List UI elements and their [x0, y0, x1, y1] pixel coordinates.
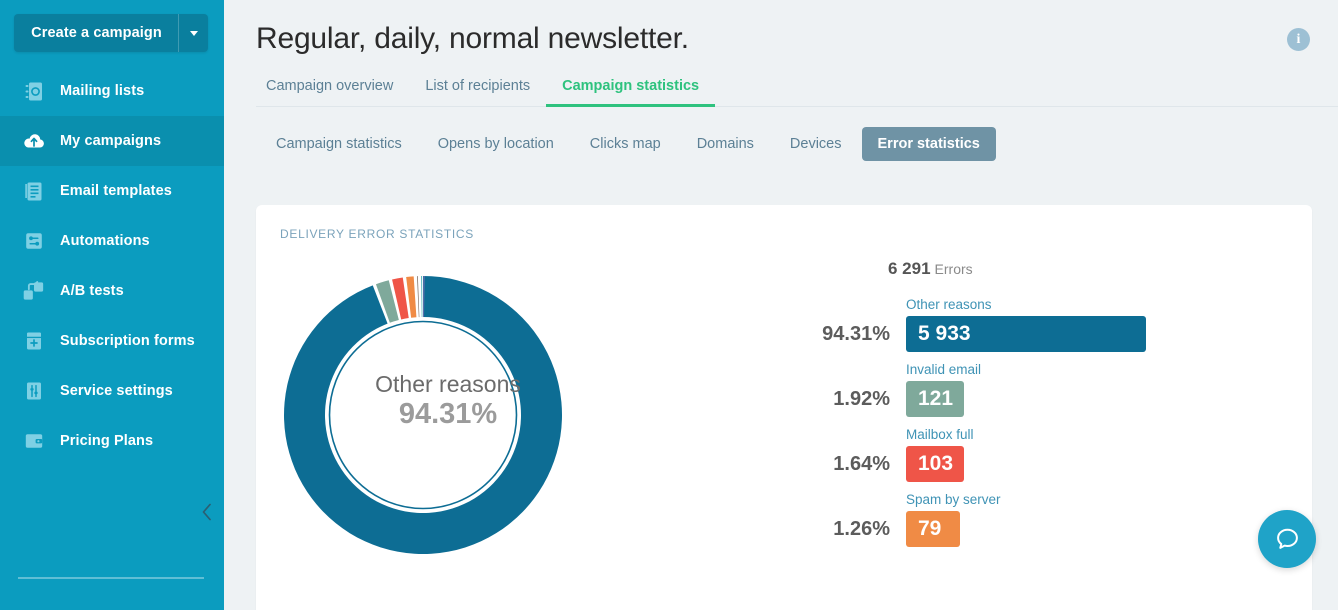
chart-area: Other reasons 94.31% 6 291 Errors 94.31% O…	[256, 241, 1312, 602]
error-bar-row: 1.26% Spam by server 79	[816, 492, 1312, 547]
error-bar-label[interactable]: Invalid email	[906, 362, 1312, 377]
primary-tab-bar: Campaign overview List of recipients Cam…	[256, 78, 1338, 107]
error-bar-column: Other reasons 5 933	[906, 297, 1312, 352]
sidebar-item-label: Service settings	[60, 383, 173, 399]
error-bar-label[interactable]: Spam by server	[906, 492, 1312, 507]
subtab-domains[interactable]: Domains	[681, 127, 770, 161]
sidebar-item-label: A/B tests	[60, 283, 124, 299]
info-icon[interactable]: i	[1287, 28, 1310, 51]
error-bar-value[interactable]: 121	[906, 381, 964, 417]
donut-inner-ring	[328, 320, 518, 510]
sidebar-item-label: Pricing Plans	[60, 433, 154, 449]
card-title: DELIVERY ERROR STATISTICS	[280, 227, 474, 241]
sidebar-item-my-campaigns[interactable]: My campaigns	[0, 116, 224, 166]
form-icon	[22, 329, 46, 353]
sidebar-item-mailing-lists[interactable]: Mailing lists	[0, 66, 224, 116]
sidebar: Create a campaign Mailing lists My campa…	[0, 0, 224, 610]
error-bar-value[interactable]: 5 933	[906, 316, 1146, 352]
sidebar-item-pricing-plans[interactable]: Pricing Plans	[0, 416, 224, 466]
subtab-campaign-statistics[interactable]: Campaign statistics	[260, 127, 418, 161]
sidebar-divider	[18, 577, 204, 579]
app-root: Create a campaign Mailing lists My campa…	[0, 0, 1338, 610]
create-campaign-button[interactable]: Create a campaign	[14, 14, 178, 52]
subtab-clicks-map[interactable]: Clicks map	[574, 127, 677, 161]
ab-test-icon	[23, 281, 44, 300]
error-bar-percent: 1.64%	[833, 453, 890, 475]
subtab-error-statistics[interactable]: Error statistics	[861, 127, 996, 161]
chevron-down-icon	[189, 30, 198, 36]
error-bar-column: Invalid email 121	[906, 362, 1312, 417]
errors-total-label: Errors	[934, 261, 973, 277]
tab-campaign-overview[interactable]: Campaign overview	[256, 78, 409, 106]
tab-campaign-statistics[interactable]: Campaign statistics	[546, 78, 716, 107]
donut-slice[interactable]	[421, 276, 423, 318]
template-document-icon	[22, 179, 46, 203]
sidebar-item-automations[interactable]: Automations	[0, 216, 224, 266]
error-bar-percent: 94.31%	[822, 323, 890, 345]
error-bar-percent: 1.92%	[833, 388, 890, 410]
chat-widget-button[interactable]	[1258, 510, 1316, 568]
sidebar-item-label: My campaigns	[60, 133, 162, 149]
create-campaign-group: Create a campaign	[14, 14, 208, 52]
error-donut-chart: Other reasons 94.31%	[256, 249, 816, 602]
sidebar-item-email-templates[interactable]: Email templates	[0, 166, 224, 216]
sliders-icon	[22, 379, 46, 403]
sidebar-nav: Mailing lists My campaigns Email templat…	[0, 66, 224, 466]
error-bars-panel: 6 291 Errors 94.31% Other reasons 5 933 1.92…	[816, 249, 1312, 602]
donut-slice[interactable]	[417, 276, 420, 318]
sidebar-item-label: Automations	[60, 233, 150, 249]
error-bar-column: Mailbox full 103	[906, 427, 1312, 482]
error-bar-percent: 1.26%	[833, 518, 890, 540]
sidebar-item-label: Email templates	[60, 183, 172, 199]
main-content: Regular, daily, normal newsletter. i Cam…	[224, 0, 1338, 610]
error-bar-value[interactable]: 103	[906, 446, 964, 482]
delivery-error-statistics-card: DELIVERY ERROR STATISTICS Other reasons …	[256, 205, 1312, 610]
sidebar-collapse-button[interactable]	[195, 500, 219, 524]
sidebar-item-subscription-forms[interactable]: Subscription forms	[0, 316, 224, 366]
address-book-icon	[22, 79, 46, 103]
page-title: Regular, daily, normal newsletter.	[256, 22, 689, 55]
create-campaign-dropdown-toggle[interactable]	[178, 14, 208, 52]
error-bar-row: 1.64% Mailbox full 103	[816, 427, 1312, 482]
error-bar-row: 94.31% Other reasons 5 933	[816, 297, 1312, 352]
error-bar-list: 94.31% Other reasons 5 933 1.92% Invalid ema…	[816, 297, 1312, 547]
chevron-left-icon	[202, 503, 211, 521]
error-bar-value[interactable]: 79	[906, 511, 960, 547]
error-bar-column: Spam by server 79	[906, 492, 1312, 547]
sidebar-item-service-settings[interactable]: Service settings	[0, 366, 224, 416]
error-bar-label[interactable]: Other reasons	[906, 297, 1312, 312]
errors-total: 6 291 Errors	[816, 259, 1312, 279]
error-bar-row: 1.92% Invalid email 121	[816, 362, 1312, 417]
tab-list-of-recipients[interactable]: List of recipients	[409, 78, 546, 106]
subtab-devices[interactable]: Devices	[774, 127, 858, 161]
secondary-tab-bar: Campaign statistics Opens by location Cl…	[260, 127, 1338, 161]
campaign-upload-icon	[22, 129, 46, 153]
wallet-icon	[22, 429, 46, 453]
chat-bubble-icon	[1276, 528, 1298, 549]
sidebar-item-label: Subscription forms	[60, 333, 195, 349]
error-bar-label[interactable]: Mailbox full	[906, 427, 1312, 442]
automation-flow-icon	[22, 229, 46, 253]
donut-svg	[284, 276, 562, 554]
errors-total-value: 6 291	[888, 259, 931, 278]
subtab-opens-by-location[interactable]: Opens by location	[422, 127, 570, 161]
donut-slice[interactable]	[284, 276, 562, 554]
sidebar-item-ab-tests[interactable]: A/B tests	[0, 266, 224, 316]
sidebar-item-label: Mailing lists	[60, 83, 145, 99]
